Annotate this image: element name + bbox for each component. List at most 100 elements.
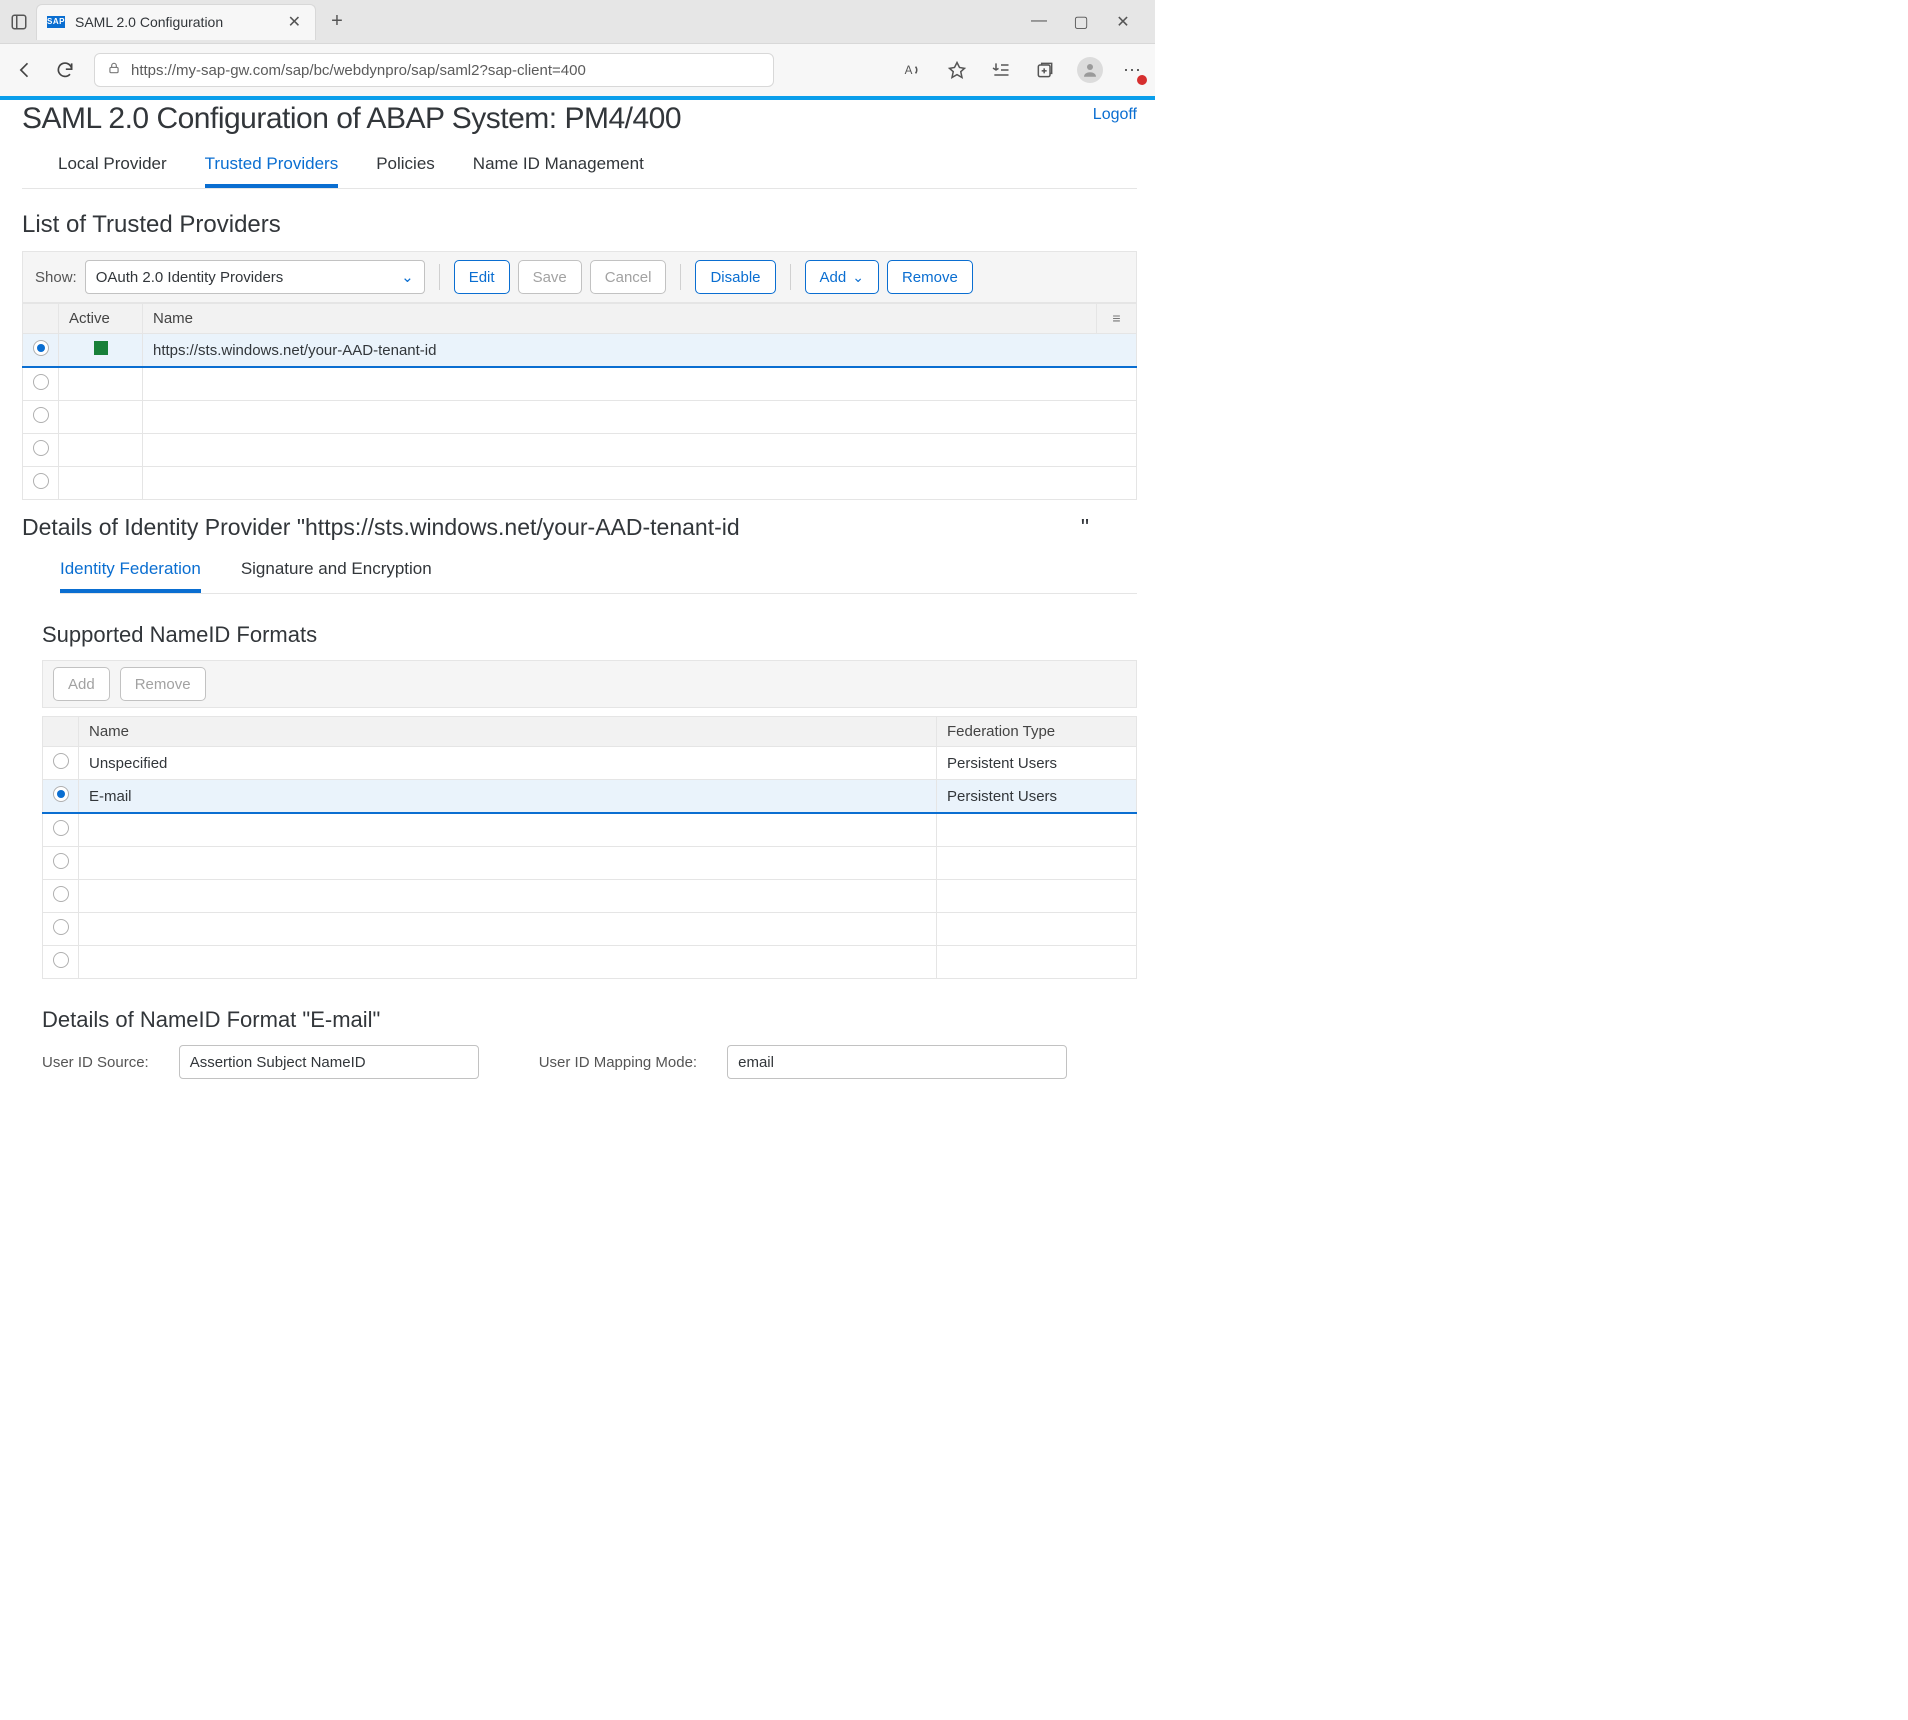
details-url: https://sts.windows.net/: [305, 514, 543, 540]
nameid-remove-button: Remove: [120, 667, 206, 701]
provider-sort-col-header[interactable]: [1097, 304, 1137, 334]
provider-name-tenant: your-AAD-tenant-id: [308, 342, 436, 359]
details-tenant: your-AAD-tenant-id: [543, 514, 740, 540]
tab-strip: SAP SAML 2.0 Configuration ✕ +: [0, 0, 1155, 44]
page-header: SAML 2.0 Configuration of ABAP System: P…: [22, 102, 1137, 136]
providers-header-row: Active Name: [23, 304, 1137, 334]
tab-signature-encryption[interactable]: Signature and Encryption: [241, 555, 432, 593]
tab-list-icon[interactable]: [8, 11, 30, 33]
provider-row[interactable]: [23, 367, 1137, 401]
tab-policies[interactable]: Policies: [376, 150, 435, 188]
collections-icon[interactable]: [1033, 58, 1057, 82]
logoff-link[interactable]: Logoff: [1093, 102, 1137, 124]
nameid-header-row: Name Federation Type: [43, 717, 1137, 747]
row-radio[interactable]: [33, 440, 49, 456]
tab-nameid-management[interactable]: Name ID Management: [473, 150, 644, 188]
nameid-table: Name Federation Type Unspecified Persist…: [42, 716, 1137, 979]
favorites-list-icon[interactable]: [989, 58, 1013, 82]
tab-identity-federation[interactable]: Identity Federation: [60, 555, 201, 593]
lock-icon: [107, 61, 121, 79]
show-label: Show:: [35, 269, 77, 286]
back-button[interactable]: [14, 59, 36, 81]
nameid-name-cell: E-mail: [79, 780, 937, 814]
new-tab-button[interactable]: +: [322, 7, 352, 37]
nameid-add-button: Add: [53, 667, 110, 701]
favorite-icon[interactable]: [945, 58, 969, 82]
row-radio[interactable]: [33, 473, 49, 489]
window-close-button[interactable]: [1113, 12, 1133, 32]
url-input[interactable]: https://my-sap-gw.com/sap/bc/webdynpro/s…: [94, 53, 774, 87]
row-radio[interactable]: [33, 340, 49, 356]
row-radio[interactable]: [33, 407, 49, 423]
provider-name-col-header[interactable]: Name: [143, 304, 1097, 334]
nameid-row-email[interactable]: E-mail Persistent Users: [43, 780, 1137, 814]
row-radio[interactable]: [53, 853, 69, 869]
disable-button[interactable]: Disable: [695, 260, 775, 294]
more-menu-button[interactable]: ⋯: [1123, 60, 1141, 81]
add-button[interactable]: Add ⌄: [805, 260, 879, 294]
active-indicator: [94, 341, 108, 355]
edit-button[interactable]: Edit: [454, 260, 510, 294]
tab-close-button[interactable]: ✕: [288, 12, 301, 32]
userid-mode-field[interactable]: email: [727, 1045, 1067, 1079]
nameid-row[interactable]: [43, 946, 1137, 979]
details-title: Details of Identity Provider "https://st…: [22, 514, 1137, 541]
row-radio[interactable]: [53, 820, 69, 836]
provider-row[interactable]: [23, 467, 1137, 500]
page-content: SAML 2.0 Configuration of ABAP System: P…: [0, 100, 1155, 1109]
nameid-federation-col-header[interactable]: Federation Type: [937, 717, 1137, 747]
row-radio[interactable]: [33, 374, 49, 390]
window-minimize-button[interactable]: [1029, 12, 1049, 32]
nameid-details-title: Details of NameID Format "E-mail": [42, 1007, 1137, 1033]
window-buttons: [1029, 12, 1147, 32]
nameid-toolbar: Add Remove: [42, 660, 1137, 708]
row-radio[interactable]: [53, 952, 69, 968]
nameid-fed-cell: Persistent Users: [937, 747, 1137, 780]
nameid-row[interactable]: [43, 880, 1137, 913]
nameid-row-unspecified[interactable]: Unspecified Persistent Users: [43, 747, 1137, 780]
providers-table: Active Name https://sts.windows.net/your…: [22, 303, 1137, 500]
read-aloud-icon[interactable]: A: [901, 58, 925, 82]
provider-name-url: https://sts.windows.net/: [153, 342, 308, 359]
provider-active-col-header[interactable]: Active: [59, 304, 143, 334]
nameid-select-col-header: [43, 717, 79, 747]
address-bar: https://my-sap-gw.com/sap/bc/webdynpro/s…: [0, 44, 1155, 96]
page-title: SAML 2.0 Configuration of ABAP System: P…: [22, 102, 681, 136]
provider-row[interactable]: [23, 434, 1137, 467]
nameid-details: Details of NameID Format "E-mail" User I…: [42, 1007, 1137, 1079]
nameid-name-col-header[interactable]: Name: [79, 717, 937, 747]
chrome-right-icons: A ⋯: [901, 57, 1141, 83]
userid-source-label: User ID Source:: [42, 1054, 149, 1071]
userid-mode-label: User ID Mapping Mode:: [539, 1054, 697, 1071]
row-radio[interactable]: [53, 886, 69, 902]
row-radio[interactable]: [53, 753, 69, 769]
provider-row[interactable]: https://sts.windows.net/your-AAD-tenant-…: [23, 334, 1137, 368]
nameid-section-title: Supported NameID Formats: [42, 622, 1137, 648]
userid-source-field[interactable]: Assertion Subject NameID: [179, 1045, 479, 1079]
nameid-row[interactable]: [43, 913, 1137, 946]
row-radio[interactable]: [53, 786, 69, 802]
remove-button[interactable]: Remove: [887, 260, 973, 294]
details-title-prefix: Details of Identity Provider ": [22, 514, 305, 540]
tab-trusted-providers[interactable]: Trusted Providers: [205, 150, 339, 188]
show-dropdown[interactable]: OAuth 2.0 Identity Providers ⌄: [85, 260, 425, 294]
add-button-label: Add: [820, 269, 847, 286]
profile-avatar[interactable]: [1077, 57, 1103, 83]
window-maximize-button[interactable]: [1071, 12, 1091, 32]
provider-row[interactable]: [23, 401, 1137, 434]
browser-tab[interactable]: SAP SAML 2.0 Configuration ✕: [36, 4, 316, 40]
save-button: Save: [518, 260, 582, 294]
trusted-providers-title: List of Trusted Providers: [22, 211, 1137, 239]
toolbar-separator: [680, 264, 681, 290]
chevron-down-icon: ⌄: [401, 268, 414, 286]
row-radio[interactable]: [53, 919, 69, 935]
nameid-row[interactable]: [43, 813, 1137, 847]
cancel-button: Cancel: [590, 260, 667, 294]
tab-local-provider[interactable]: Local Provider: [58, 150, 167, 188]
refresh-button[interactable]: [54, 59, 76, 81]
toolbar-separator: [439, 264, 440, 290]
details-title-suffix: ": [1081, 514, 1137, 541]
svg-text:A: A: [905, 64, 913, 77]
provider-name-cell: https://sts.windows.net/your-AAD-tenant-…: [143, 334, 1137, 368]
nameid-row[interactable]: [43, 847, 1137, 880]
